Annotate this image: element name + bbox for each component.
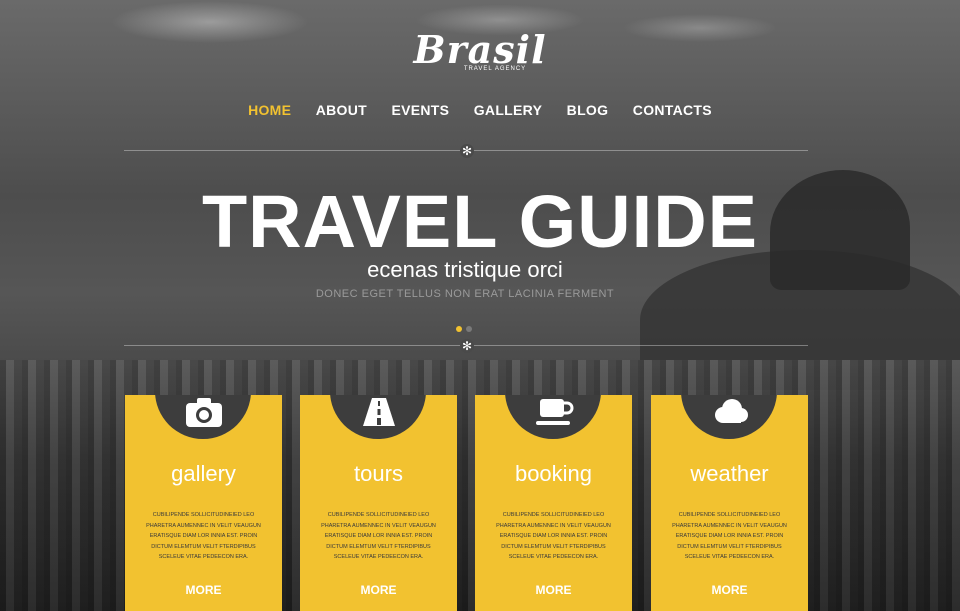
hero-tagline: DONEC EGET TELLUS NON ERAT LACINIA FERME… bbox=[315, 288, 615, 300]
card-title: booking bbox=[514, 461, 593, 486]
slider-pagination bbox=[456, 319, 476, 337]
card-text: CUBILIPENDE SOLLICITUDINEIED LEO PHARETR… bbox=[496, 512, 611, 560]
logo-title: Brasil bbox=[413, 27, 547, 72]
camera-icon bbox=[185, 398, 222, 427]
card-title: tours bbox=[354, 461, 403, 486]
feature-card-gallery[interactable]: gallery CUBILIPENDE SOLLICITUDINEIED LEO… bbox=[125, 395, 282, 611]
nav-item-about[interactable]: ABOUT bbox=[316, 102, 367, 118]
more-button[interactable]: MORE bbox=[651, 583, 808, 597]
nav-item-blog[interactable]: BLOG bbox=[567, 102, 609, 118]
slider-dot[interactable] bbox=[456, 326, 462, 332]
card-text: CUBILIPENDE SOLLICITUDINEIED LEO PHARETR… bbox=[321, 512, 436, 560]
nav-item-events[interactable]: EVENTS bbox=[391, 102, 449, 118]
road-icon bbox=[362, 398, 395, 426]
nav-item-home[interactable]: HOME bbox=[248, 102, 291, 118]
more-button[interactable]: MORE bbox=[125, 583, 282, 597]
more-button[interactable]: MORE bbox=[475, 583, 632, 597]
nav-item-gallery[interactable]: GALLERY bbox=[474, 102, 542, 118]
card-title: weather bbox=[690, 461, 769, 486]
gear-icon: ✻ bbox=[460, 339, 474, 353]
feature-card-tours[interactable]: tours CUBILIPENDE SOLLICITUDINEIED LEO P… bbox=[300, 395, 457, 611]
card-text: CUBILIPENDE SOLLICITUDINEIED LEO PHARETR… bbox=[672, 512, 787, 560]
cloud-icon bbox=[714, 399, 748, 423]
gear-icon: ✻ bbox=[460, 144, 474, 158]
more-button[interactable]: MORE bbox=[300, 583, 457, 597]
hero-subhead: ecenas tristique orci bbox=[367, 257, 563, 282]
card-title: gallery bbox=[171, 461, 236, 486]
feature-card-weather[interactable]: weather CUBILIPENDE SOLLICITUDINEIED LEO… bbox=[651, 395, 808, 611]
feature-card-booking[interactable]: booking CUBILIPENDE SOLLICITUDINEIED LEO… bbox=[475, 395, 632, 611]
brand-logo[interactable]: Brasil TRAVEL AGENCY bbox=[400, 27, 560, 73]
main-nav: HOME ABOUT EVENTS GALLERY BLOG CONTACTS bbox=[0, 102, 960, 120]
slider-dot[interactable] bbox=[466, 326, 472, 332]
coffee-cup-icon bbox=[535, 399, 573, 425]
hero-headline: TRAVEL GUIDE bbox=[201, 180, 759, 263]
card-text: CUBILIPENDE SOLLICITUDINEIED LEO PHARETR… bbox=[146, 512, 261, 560]
nav-item-contacts[interactable]: CONTACTS bbox=[633, 102, 712, 118]
